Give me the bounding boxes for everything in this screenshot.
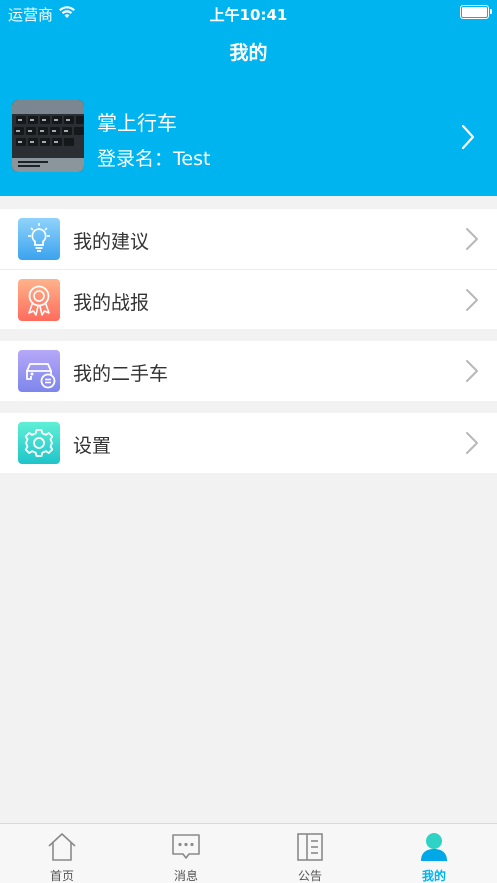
menu-item-label: 我的建议 [73,231,150,253]
menu-item-label: 我的二手车 [73,363,169,385]
profile-icon [419,831,449,863]
avatar [12,100,84,172]
chevron-right-icon [461,124,475,154]
profile-card[interactable]: 掌上行车 登录名：Test [0,92,497,182]
menu-item-settings[interactable]: 设置 [0,413,497,473]
award-medal-icon [18,279,60,321]
page-title: 我的 [229,42,268,64]
tab-bar: 首页 消息 公告 我的 [0,823,497,883]
message-icon [171,831,201,863]
tab-label: 首页 [49,869,74,883]
menu-item-label: 我的战报 [73,292,150,314]
chevron-right-icon [465,227,479,255]
status-bar: 运营商 上午10:41 [0,0,497,26]
menu-item-label: 设置 [73,435,112,457]
tab-label: 消息 [173,869,198,883]
tab-home[interactable]: 首页 [0,824,124,883]
lightbulb-icon [18,218,60,260]
tab-label: 我的 [421,869,446,883]
menu-group-1: 我的建议 我的战报 [0,209,497,329]
gear-icon [18,422,60,464]
chevron-right-icon [465,431,479,459]
menu-group-2: 我的二手车 [0,341,497,401]
chevron-right-icon [465,359,479,387]
home-icon [47,831,77,863]
profile-name: 掌上行车 [97,111,177,135]
menu-group-3: 设置 [0,413,497,473]
tab-label: 公告 [297,869,322,883]
tab-mine[interactable]: 我的 [372,824,496,883]
battery-icon [460,5,492,19]
tab-notices[interactable]: 公告 [248,824,372,883]
menu-item-used-cars[interactable]: 我的二手车 [0,341,497,401]
car-icon [18,350,60,392]
menu-item-suggestions[interactable]: 我的建议 [0,209,497,269]
status-time: 上午10:41 [209,6,288,24]
menu-item-reports[interactable]: 我的战报 [0,269,497,329]
header: 运营商 上午10:41 我的 掌上行车 登录名：Test [0,0,497,196]
profile-login-name: 登录名：Test [97,148,211,170]
tab-messages[interactable]: 消息 [124,824,248,883]
notice-icon [295,831,325,863]
chevron-right-icon [465,288,479,316]
